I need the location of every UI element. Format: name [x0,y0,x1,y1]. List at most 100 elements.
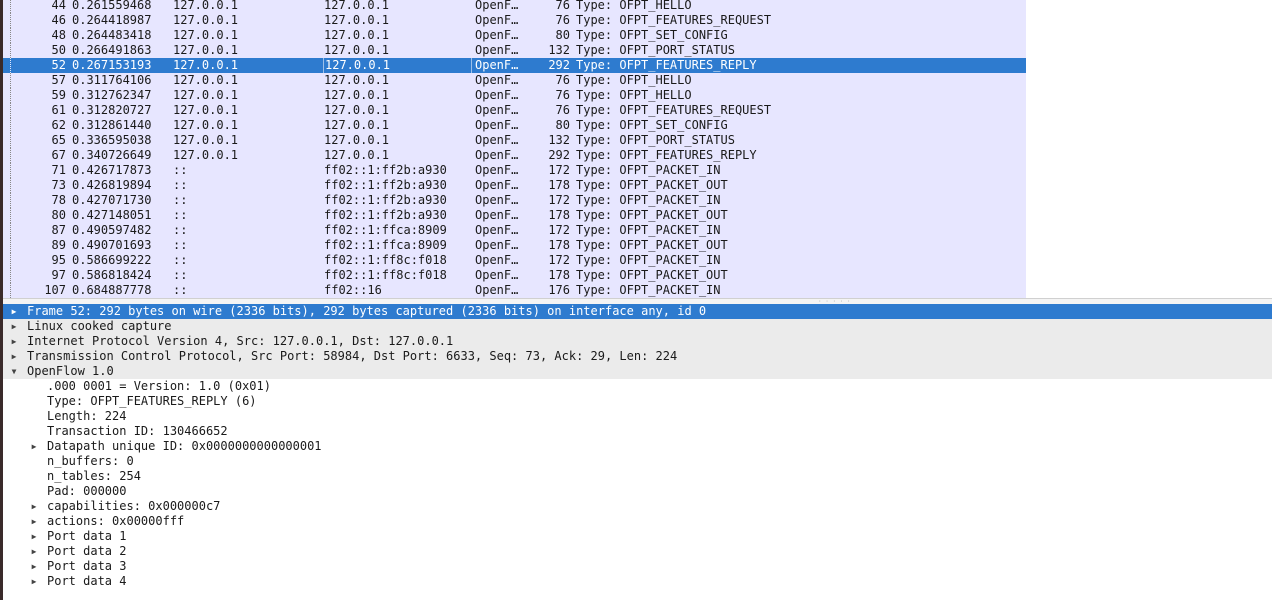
packet-protocol: OpenF… [475,43,519,57]
packet-destination: 127.0.0.1 [324,43,390,57]
packet-row[interactable]: 61 0.312820727 127.0.0.1 127.0.0.1 OpenF… 76 T… [3,103,1026,118]
triangle-right-icon[interactable]: ▶ [29,559,39,574]
packet-destination: 127.0.0.1 [324,118,390,132]
detail-tree-item[interactable]: ▶ Port data 1 [3,529,1272,544]
detail-tree-item[interactable]: Transaction ID: 130466652 [3,424,1272,439]
packet-row[interactable]: 48 0.264483418 127.0.0.1 127.0.0.1 OpenF… 80 T… [3,28,1026,43]
packet-info: Type: OFPT_SET_CONFIG [576,28,728,42]
packet-number: 57 [51,73,66,87]
detail-tree-item[interactable]: .000 0001 = Version: 1.0 (0x01) [3,379,1272,394]
packet-info: Type: OFPT_PACKET_IN [576,283,721,297]
packet-number: 89 [51,238,66,252]
detail-tree-item[interactable]: Pad: 000000 [3,484,1272,499]
triangle-right-icon[interactable]: ▶ [29,439,39,454]
packet-destination: 127.0.0.1 [323,58,472,73]
packet-time: 0.266491863 [72,43,152,57]
triangle-right-icon[interactable]: ▶ [9,319,19,334]
packet-row[interactable]: 95 0.586699222:: ff02::1:ff8c:f018 OpenF… 17… [3,253,1026,268]
packet-row[interactable]: 65 0.336595038 127.0.0.1 127.0.0.1 OpenF… 132… [3,133,1026,148]
conversation-tree-line [10,238,12,253]
detail-tree-item[interactable]: ▶ actions: 0x00000fff [3,514,1272,529]
packet-row[interactable]: 78 0.427071730:: ff02::1:ff2b:a930 OpenF… 17… [3,193,1026,208]
packet-info: Type: OFPT_PACKET_IN [576,253,721,267]
detail-tree-label: n_buffers: 0 [47,454,134,468]
packet-info: Type: OFPT_SET_CONFIG [576,118,728,132]
packet-destination: ff02::1:ff8c:f018 [324,268,447,282]
detail-tree-item[interactable]: ▶ Internet Protocol Version 4, Src: 127.0… [3,334,1272,349]
packet-row[interactable]: 89 0.490701693:: ff02::1:ffca:8909 OpenF… 17… [3,238,1026,253]
packet-row[interactable]: 59 0.312762347 127.0.0.1 127.0.0.1 OpenF… 76 T… [3,88,1026,103]
packet-protocol: OpenF… [475,118,519,132]
detail-tree-item[interactable]: ▶ Port data 3 [3,559,1272,574]
detail-tree-label: capabilities: 0x000000c7 [47,499,221,513]
detail-tree-item[interactable]: n_tables: 254 [3,469,1272,484]
triangle-right-icon[interactable]: ▶ [29,499,39,514]
packet-row[interactable]: 46 0.264418987 127.0.0.1 127.0.0.1 OpenF… 76 T… [3,13,1026,28]
packet-list-pane[interactable]: 44 0.261559468 127.0.0.1 127.0.0.1 OpenF… 76 T… [3,0,1272,298]
packet-protocol: OpenF… [475,193,519,207]
packet-row[interactable]: 57 0.311764106 127.0.0.1 127.0.0.1 OpenF… 76 T… [3,73,1026,88]
triangle-down-icon[interactable]: ▼ [9,364,19,379]
detail-tree-item[interactable]: Length: 224 [3,409,1272,424]
packet-length: 178 [548,178,570,192]
triangle-right-icon[interactable]: ▶ [29,574,39,589]
packet-length: 176 [548,283,570,297]
detail-tree-item[interactable]: ▶ Linux cooked capture [3,319,1272,334]
packet-row[interactable]: 62 0.312861440 127.0.0.1 127.0.0.1 OpenF… 80 T… [3,118,1026,133]
packet-source: :: [173,178,188,192]
detail-tree-item[interactable]: ▶ Transmission Control Protocol, Src Port… [3,349,1272,364]
packet-row[interactable]: 52 0.267153193 127.0.0.1 127.0.0.1 OpenF… 292… [3,58,1026,73]
packet-row[interactable]: 67 0.340726649 127.0.0.1 127.0.0.1 OpenF… 292… [3,148,1026,163]
packet-details-pane[interactable]: ▶ Frame 52: 292 bytes on wire (2336 bits)… [3,304,1272,600]
conversation-tree-line [10,118,12,133]
packet-time: 0.427148051 [72,208,152,222]
packet-info: Type: OFPT_HELLO [576,0,692,12]
packet-row[interactable]: 44 0.261559468 127.0.0.1 127.0.0.1 OpenF… 76 T… [3,0,1026,13]
packet-time: 0.261559468 [72,0,152,12]
packet-info: Type: OFPT_PORT_STATUS [576,43,735,57]
triangle-right-icon[interactable]: ▶ [9,349,19,364]
packet-protocol: OpenF… [475,133,519,147]
detail-tree-item[interactable]: Type: OFPT_FEATURES_REPLY (6) [3,394,1272,409]
detail-tree-label: Transaction ID: 130466652 [47,424,228,438]
packet-row[interactable]: 107 0.684887778:: ff02::16 OpenF… 176 Type: O… [3,283,1026,298]
packet-time: 0.426819894 [72,178,152,192]
triangle-right-icon[interactable]: ▶ [29,529,39,544]
conversation-tree-line [10,0,12,13]
packet-source: :: [173,253,188,267]
packet-length: 292 [548,58,570,72]
packet-protocol: OpenF… [475,58,519,72]
packet-length: 178 [548,268,570,282]
packet-protocol: OpenF… [475,223,519,237]
detail-tree-item[interactable]: ▶ capabilities: 0x000000c7 [3,499,1272,514]
triangle-right-icon[interactable]: ▶ [29,514,39,529]
triangle-right-icon[interactable]: ▶ [9,334,19,349]
packet-source: :: [173,193,188,207]
detail-tree-item[interactable]: ▶ Datapath unique ID: 0x0000000000000001 [3,439,1272,454]
detail-tree-item[interactable]: n_buffers: 0 [3,454,1272,469]
packet-protocol: OpenF… [475,163,519,177]
packet-length: 80 [555,28,570,42]
detail-tree-item[interactable]: ▼ OpenFlow 1.0 [3,364,1272,379]
packet-row[interactable]: 71 0.426717873:: ff02::1:ff2b:a930 OpenF… 17… [3,163,1026,178]
packet-destination: ff02::1:ff8c:f018 [324,253,447,267]
packet-row[interactable]: 87 0.490597482:: ff02::1:ffca:8909 OpenF… 17… [3,223,1026,238]
packet-row[interactable]: 80 0.427148051:: ff02::1:ff2b:a930 OpenF… 17… [3,208,1026,223]
packet-length: 76 [555,73,570,87]
packet-length: 172 [548,253,570,267]
detail-tree-item[interactable]: ▶ Port data 2 [3,544,1272,559]
packet-destination: 127.0.0.1 [324,0,390,12]
packet-time: 0.267153193 [72,58,152,72]
detail-tree-item[interactable]: ▶ Frame 52: 292 bytes on wire (2336 bits)… [3,304,1272,319]
packet-protocol: OpenF… [475,238,519,252]
triangle-right-icon[interactable]: ▶ [9,304,19,319]
packet-row[interactable]: 50 0.266491863 127.0.0.1 127.0.0.1 OpenF… 132… [3,43,1026,58]
detail-tree-item[interactable]: ▶ Port data 4 [3,574,1272,589]
conversation-tree-line [10,13,12,28]
triangle-right-icon[interactable]: ▶ [29,544,39,559]
packet-row[interactable]: 73 0.426819894:: ff02::1:ff2b:a930 OpenF… 17… [3,178,1026,193]
packet-number: 44 [51,0,66,12]
packet-source: :: [173,223,188,237]
packet-time: 0.586699222 [72,253,152,267]
packet-row[interactable]: 97 0.586818424:: ff02::1:ff8c:f018 OpenF… 17… [3,268,1026,283]
